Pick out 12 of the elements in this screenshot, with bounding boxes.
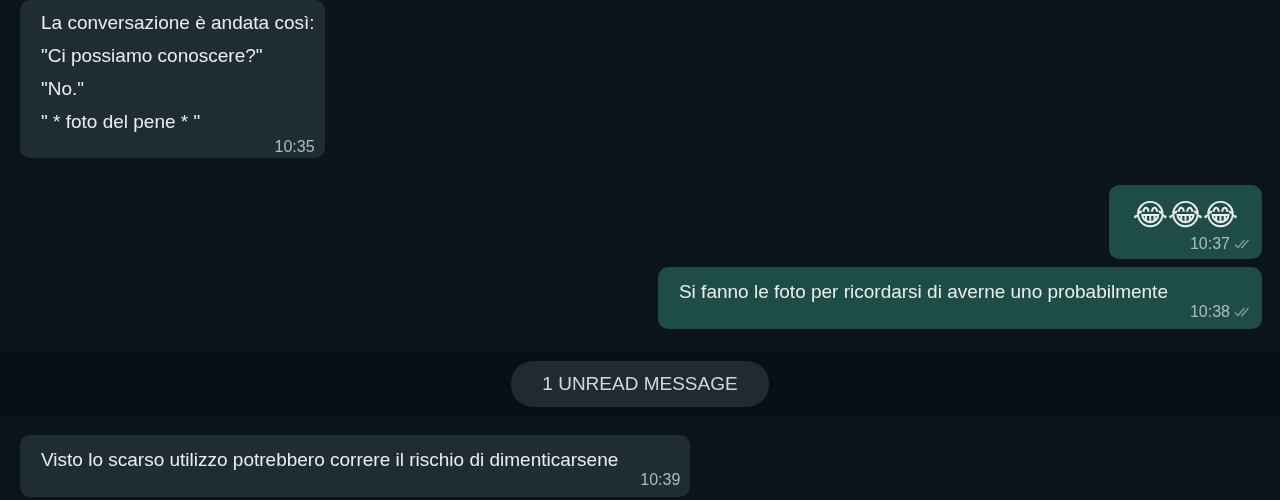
unread-count-label: 1 UNREAD MESSAGE <box>511 361 769 407</box>
message-time: 10:39 <box>640 471 681 489</box>
message-time: 10:37 <box>1189 235 1230 253</box>
message-text: La conversazione è andata così: <box>41 11 315 35</box>
message-text: Visto lo scarso utilizzo potrebbero correre il rischio di dimenticarsene <box>41 448 619 472</box>
message-text: "No." <box>41 77 86 101</box>
message-text: " * foto del pene * " <box>41 110 202 134</box>
message-text: Si fanno le foto per ricordarsi di averne uno probabilmente <box>678 280 1168 304</box>
message-time: 10:35 <box>274 138 315 156</box>
message-time: 10:38 <box>1189 303 1230 321</box>
emoji-text: 😂😂😂 <box>1131 196 1239 234</box>
message-text: "Ci possiamo conoscere?" <box>41 44 264 68</box>
